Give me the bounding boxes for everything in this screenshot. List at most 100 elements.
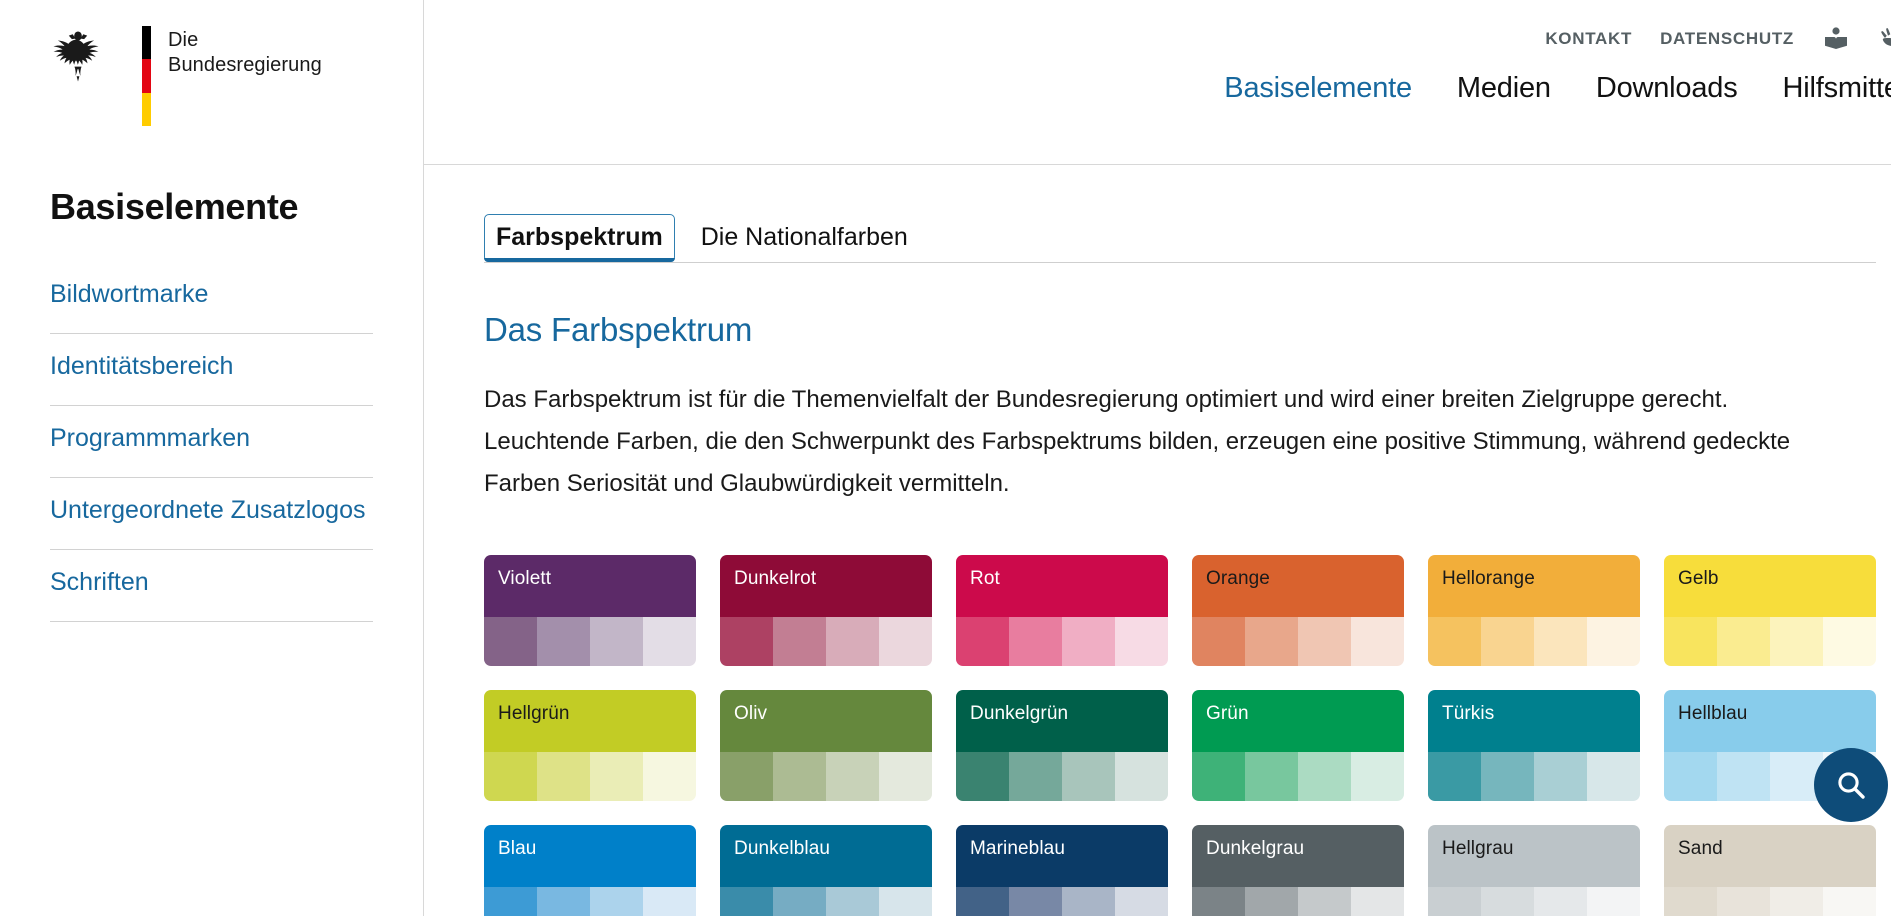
- swatch-label: Gelb: [1678, 568, 1719, 589]
- swatch-base-color: Hellgrau: [1428, 825, 1640, 887]
- nav-item-basiselemente[interactable]: Basiselemente: [1224, 72, 1412, 105]
- swatch-tint: [1534, 887, 1587, 916]
- swatch-tint: [956, 617, 1009, 666]
- tab-farbspektrum[interactable]: Farbspektrum: [484, 214, 675, 262]
- color-swatch[interactable]: Orange: [1192, 555, 1404, 666]
- swatch-base-color: Marineblau: [956, 825, 1168, 887]
- swatch-tint: [1587, 617, 1640, 666]
- sidebar-nav: Bildwortmarke Identitätsbereich Programm…: [50, 272, 373, 622]
- swatch-tint-row: [484, 752, 696, 801]
- color-swatch[interactable]: Oliv: [720, 690, 932, 801]
- color-swatch[interactable]: Hellgrün: [484, 690, 696, 801]
- swatch-tint: [773, 887, 826, 916]
- tab-bar: Farbspektrum Die Nationalfarben: [484, 205, 1876, 263]
- swatch-tint: [484, 617, 537, 666]
- swatch-tint: [1717, 887, 1770, 916]
- swatch-tint: [1351, 752, 1404, 801]
- swatch-tint: [1245, 887, 1298, 916]
- swatch-tint: [1192, 887, 1245, 916]
- color-swatch[interactable]: Gelb: [1664, 555, 1876, 666]
- swatch-base-color: Oliv: [720, 690, 932, 752]
- swatch-tint-row: [1428, 752, 1640, 801]
- swatch-tint: [1351, 887, 1404, 916]
- color-swatch[interactable]: Blau: [484, 825, 696, 916]
- swatch-tint: [879, 887, 932, 916]
- swatch-tint: [1009, 887, 1062, 916]
- swatch-base-color: Dunkelblau: [720, 825, 932, 887]
- tab-die-nationalfarben[interactable]: Die Nationalfarben: [689, 215, 920, 262]
- swatch-tint: [720, 752, 773, 801]
- site-logo[interactable]: Die Bundesregierung: [0, 0, 423, 126]
- swatch-label: Dunkelgrün: [970, 703, 1069, 724]
- swatch-base-color: Dunkelgrün: [956, 690, 1168, 752]
- swatch-tint: [590, 887, 643, 916]
- color-swatch[interactable]: Dunkelgrün: [956, 690, 1168, 801]
- swatch-tint: [1298, 617, 1351, 666]
- content-area: Farbspektrum Die Nationalfarben Das Farb…: [424, 205, 1891, 916]
- meta-link-kontakt[interactable]: KONTAKT: [1545, 29, 1632, 49]
- color-swatch[interactable]: Hellorange: [1428, 555, 1640, 666]
- swatch-tint-row: [720, 617, 932, 666]
- easy-language-icon[interactable]: [1822, 26, 1850, 52]
- sidebar-item-programmmarken[interactable]: Programmmarken: [50, 406, 373, 478]
- swatch-tint: [1062, 617, 1115, 666]
- swatch-tint: [1428, 752, 1481, 801]
- nav-item-medien[interactable]: Medien: [1457, 72, 1551, 105]
- color-swatch[interactable]: Marineblau: [956, 825, 1168, 916]
- swatch-tint: [1115, 617, 1168, 666]
- nav-item-downloads[interactable]: Downloads: [1596, 72, 1738, 105]
- meta-link-datenschutz[interactable]: DATENSCHUTZ: [1660, 29, 1794, 49]
- color-swatch-grid: Violett Dunkelrot Rot Orange Hellorange Gelb H…: [484, 555, 1876, 916]
- swatch-base-color: Orange: [1192, 555, 1404, 617]
- color-swatch[interactable]: Sand: [1664, 825, 1876, 916]
- color-swatch[interactable]: Hellgrau: [1428, 825, 1640, 916]
- swatch-tint: [1192, 617, 1245, 666]
- search-button[interactable]: [1814, 748, 1888, 822]
- color-swatch[interactable]: Violett: [484, 555, 696, 666]
- sidebar-item-bildwortmarke[interactable]: Bildwortmarke: [50, 272, 373, 334]
- swatch-label: Hellorange: [1442, 568, 1535, 589]
- swatch-base-color: Dunkelrot: [720, 555, 932, 617]
- swatch-tint: [1770, 887, 1823, 916]
- color-swatch[interactable]: Dunkelrot: [720, 555, 932, 666]
- swatch-base-color: Violett: [484, 555, 696, 617]
- sidebar: Die Bundesregierung Basiselemente Bildwo…: [0, 0, 424, 916]
- logo-wordmark: Die Bundesregierung: [168, 26, 322, 78]
- meta-navigation: KONTAKT DATENSCHUTZ: [1545, 26, 1891, 52]
- color-swatch[interactable]: Grün: [1192, 690, 1404, 801]
- sidebar-item-identitaetsbereich[interactable]: Identitätsbereich: [50, 334, 373, 406]
- swatch-tint: [1664, 887, 1717, 916]
- swatch-tint: [1428, 887, 1481, 916]
- swatch-label: Türkis: [1442, 703, 1495, 724]
- swatch-tint-row: [956, 617, 1168, 666]
- color-swatch[interactable]: Dunkelblau: [720, 825, 932, 916]
- section-text: Das Farbspektrum ist für die Themenvielf…: [484, 386, 1791, 497]
- swatch-tint: [826, 887, 879, 916]
- swatch-tint: [826, 617, 879, 666]
- swatch-label: Oliv: [734, 703, 768, 724]
- swatch-base-color: Dunkelgrau: [1192, 825, 1404, 887]
- german-flag-bar: [142, 26, 151, 126]
- swatch-tint: [1428, 617, 1481, 666]
- swatch-base-color: Hellorange: [1428, 555, 1640, 617]
- sign-language-icon[interactable]: [1878, 26, 1891, 52]
- swatch-tint: [1481, 752, 1534, 801]
- swatch-label: Dunkelgrau: [1206, 838, 1305, 859]
- color-swatch[interactable]: Dunkelgrau: [1192, 825, 1404, 916]
- swatch-tint: [484, 752, 537, 801]
- sidebar-item-schriften[interactable]: Schriften: [50, 550, 373, 622]
- sidebar-item-zusatzlogos[interactable]: Untergeordnete Zusatzlogos: [50, 478, 373, 550]
- header-bar: KONTAKT DATENSCHUTZ Basiselemente Medien…: [424, 0, 1891, 165]
- swatch-tint: [1717, 617, 1770, 666]
- swatch-label: Rot: [970, 568, 1000, 589]
- swatch-tint-row: [1192, 617, 1404, 666]
- swatch-tint: [1481, 887, 1534, 916]
- swatch-tint-row: [484, 887, 696, 916]
- nav-item-hilfsmittel[interactable]: Hilfsmittel: [1783, 72, 1891, 105]
- swatch-tint-row: [1664, 887, 1876, 916]
- swatch-tint-row: [1664, 617, 1876, 666]
- color-swatch[interactable]: Rot: [956, 555, 1168, 666]
- swatch-tint: [484, 887, 537, 916]
- swatch-label: Violett: [498, 568, 552, 589]
- color-swatch[interactable]: Türkis: [1428, 690, 1640, 801]
